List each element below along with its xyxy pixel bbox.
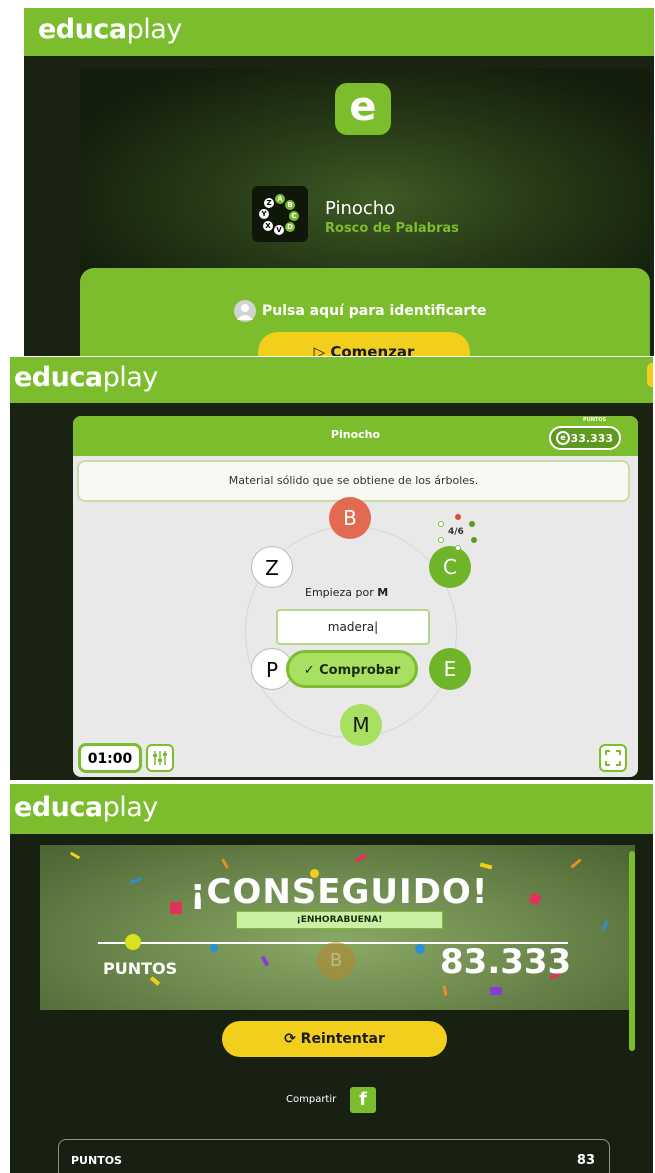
progress-count: 4/6 — [448, 527, 464, 537]
timer: 01:00 — [78, 743, 142, 773]
game-name: Pinocho — [325, 198, 396, 219]
top-bar: educaplay — [10, 357, 653, 403]
faded-letter-b: B — [317, 942, 355, 980]
fullscreen-icon[interactable] — [599, 744, 627, 772]
user-avatar-icon — [234, 300, 256, 322]
game-board: Pinocho PUNTOS e 33.333 Material sólido q… — [73, 416, 638, 777]
game-screen: educaplay Pinocho PUNTOS e 33.333 Materia… — [10, 357, 653, 780]
letter-b[interactable]: B — [329, 497, 371, 539]
rosco-icon: Z A B Y C X V D — [252, 186, 308, 242]
points-badge: e 33.333 — [549, 426, 621, 450]
intro-screen: educaplay e Z A B Y C X V D Pinocho Rosc… — [24, 8, 654, 356]
facebook-icon[interactable]: f — [350, 1087, 376, 1113]
progress-indicator: 4/6 — [435, 512, 481, 558]
scrollbar[interactable] — [629, 851, 635, 1051]
check-button[interactable]: ✓ Comprobar — [286, 650, 418, 688]
summary-key: PUNTOS — [71, 1154, 122, 1167]
educaplay-coin-icon: e — [556, 431, 570, 445]
hint-text: Empieza por M — [305, 586, 389, 599]
educaplay-logo[interactable]: educaplay — [14, 792, 158, 823]
settings-sliders-icon[interactable] — [146, 744, 174, 772]
retry-icon: ⟳ — [284, 1031, 301, 1047]
top-bar: educaplay — [10, 784, 653, 834]
congrats-ribbon: ¡ENHORABUENA! — [236, 911, 443, 929]
checkmark-icon: ✓ — [303, 663, 320, 678]
play-icon: ▷ — [313, 343, 331, 356]
points-label: PUNTOS — [103, 959, 178, 978]
game-type: Rosco de Palabras — [325, 221, 459, 236]
educaplay-logo[interactable]: educaplay — [14, 362, 158, 393]
header-edge-accent — [647, 363, 653, 387]
share-label: Compartir — [286, 1094, 337, 1105]
letter-e[interactable]: E — [429, 648, 471, 690]
retry-button[interactable]: ⟳ Reintentar — [222, 1021, 447, 1057]
educaplay-badge-icon: e — [335, 83, 391, 135]
points-summary-row: PUNTOS 83 — [58, 1139, 610, 1173]
answer-input[interactable]: madera| — [276, 609, 430, 645]
educaplay-logo[interactable]: educaplay — [38, 14, 182, 45]
letter-m[interactable]: M — [340, 704, 382, 746]
question-text: Material sólido que se obtiene de los ár… — [77, 460, 630, 502]
start-button[interactable]: ▷ Comenzar — [258, 332, 470, 356]
top-bar: educaplay — [24, 8, 654, 56]
points-label: PUNTOS — [583, 417, 607, 423]
letter-z[interactable]: Z — [251, 546, 293, 588]
result-screen: educaplay ¡CONSEGUIDO! ¡ENHORABUENA! PUN… — [10, 784, 653, 1173]
summary-value: 83 — [576, 1153, 595, 1168]
final-score: 83.333 — [440, 942, 572, 982]
score-knob — [125, 934, 141, 950]
success-headline: ¡CONSEGUIDO! — [190, 872, 489, 912]
identify-link[interactable]: Pulsa aquí para identificarte — [234, 300, 486, 322]
